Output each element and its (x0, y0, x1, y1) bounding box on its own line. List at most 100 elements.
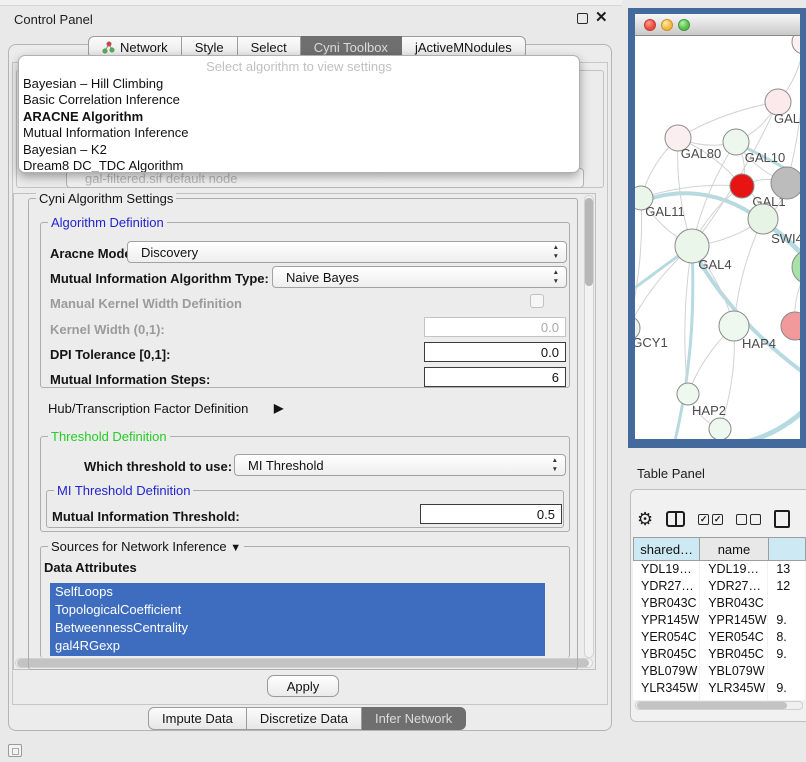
algorithm-option[interactable]: Mutual Information Inference (19, 125, 579, 141)
tab-label: Cyni Toolbox (314, 40, 388, 55)
expand-right-icon[interactable]: ▶ (274, 401, 283, 415)
table-row[interactable]: YER054CYER054C8. (633, 629, 806, 646)
network-edge[interactable] (734, 219, 763, 326)
network-node-y[interactable] (781, 312, 800, 340)
network-node-hap2[interactable] (677, 383, 699, 405)
table-cell: YLR345W (700, 680, 768, 697)
attribute-item-selected[interactable]: TopologicalCoefficient (50, 601, 545, 619)
close-panel-icon[interactable]: ✕ (595, 8, 608, 26)
hub-definition-label[interactable]: Hub/Transcription Factor Definition (48, 401, 248, 416)
network-window-titlebar[interactable] (635, 14, 800, 36)
attribute-item-selected[interactable]: BetweennessCentrality (50, 619, 545, 637)
close-window-icon[interactable] (644, 19, 656, 31)
table-row[interactable]: YIL052CYIL052C8. (633, 697, 806, 700)
table-cell: YBR043C (633, 595, 700, 612)
algorithm-option[interactable]: Dream8 DC_TDC Algorithm (19, 158, 579, 173)
network-graph: GALGAL80GAL10GAL1GAL11SWI4GAL4GCY1HAP4YH… (635, 36, 800, 439)
mi-threshold-field[interactable]: 0.5 (420, 504, 562, 524)
algorithm-option[interactable]: Bayesian – Hill Climbing (19, 76, 579, 92)
network-node[interactable] (709, 418, 731, 439)
network-node-label: HAP4 (742, 336, 776, 351)
cyni-algorithm-settings-title: Cyni Algorithm Settings (36, 191, 176, 206)
network-node-swi4[interactable] (748, 204, 778, 234)
split-columns-icon[interactable] (666, 511, 685, 527)
dock-panel-icon[interactable] (8, 744, 22, 757)
table-row[interactable]: YBR045CYBR045C9. (633, 646, 806, 663)
table-panel-title: Table Panel (637, 466, 705, 481)
network-view-window[interactable]: GALGAL80GAL10GAL1GAL11SWI4GAL4GCY1HAP4YH… (628, 8, 806, 448)
sources-title: Sources for Network Inference ▼ (48, 539, 244, 554)
table-cell: YBL079W (633, 663, 700, 680)
network-node-label: GAL (774, 111, 800, 126)
column-header[interactable]: shared… (633, 537, 700, 561)
data-attributes-list[interactable]: SelfLoopsTopologicalCoefficientBetweenne… (50, 583, 545, 656)
data-attributes-label: Data Attributes (44, 560, 137, 575)
tab-label: Network (120, 40, 168, 55)
network-node-label: GAL80 (681, 146, 721, 161)
mi-type-select[interactable]: Naive Bayes ▲▼ (272, 266, 567, 288)
column-header[interactable]: name (700, 537, 768, 561)
application-window: Control Panel ✕ gal-filtered.sif default… (0, 0, 806, 762)
float-panel-icon[interactable] (577, 13, 588, 24)
table-row[interactable]: YBR043CYBR043C (633, 595, 806, 612)
gear-icon[interactable]: ⚙ (637, 509, 653, 529)
vertical-scrollbar-thumb[interactable] (585, 198, 593, 286)
network-node-label: GAL11 (645, 204, 685, 219)
which-threshold-select[interactable]: MI Threshold ▲▼ (234, 454, 566, 476)
select-all-icon[interactable]: ✓✓ (698, 514, 723, 525)
attribute-item-selected[interactable]: gal4RGexp (50, 637, 545, 655)
table-row[interactable]: YDR27…YDR27…12 (633, 578, 806, 595)
dpi-tolerance-field[interactable]: 0.0 (424, 342, 566, 362)
tab-label: Discretize Data (260, 711, 348, 726)
column-header[interactable] (769, 537, 806, 561)
table-row[interactable]: YBL079WYBL079W (633, 663, 806, 680)
network-canvas[interactable]: GALGAL80GAL10GAL1GAL11SWI4GAL4GCY1HAP4YH… (635, 36, 800, 439)
table-cell: YDR27… (633, 578, 700, 595)
table-cell: YLR345W (633, 680, 700, 697)
network-node[interactable] (792, 36, 800, 54)
tab-impute-data[interactable]: Impute Data (148, 707, 247, 730)
network-node[interactable] (792, 250, 800, 284)
minimize-window-icon[interactable] (661, 19, 673, 31)
network-edge-thick[interactable] (665, 401, 800, 439)
kernel-width-field[interactable]: 0.0 (424, 317, 566, 337)
zoom-window-icon[interactable] (678, 19, 690, 31)
table-hscroll-thumb[interactable] (637, 702, 787, 709)
algorithm-option[interactable]: Bayesian – K2 (19, 142, 579, 158)
network-node[interactable] (771, 167, 800, 199)
apply-button[interactable]: Apply (267, 675, 339, 697)
algorithm-definition-title: Algorithm Definition (48, 215, 167, 230)
tab-discretize-data[interactable]: Discretize Data (247, 707, 362, 730)
aracne-mode-select[interactable]: Discovery ▲▼ (127, 241, 567, 263)
network-node-label: Y (799, 336, 800, 351)
table-row[interactable]: YLR345WYLR345W9. (633, 680, 806, 697)
table-horizontal-scrollbar[interactable] (635, 701, 803, 710)
tab-infer-network[interactable]: Infer Network (362, 707, 466, 730)
table-cell: YBR045C (700, 646, 768, 663)
table-cell: 9. (768, 612, 806, 629)
deselect-all-icon[interactable] (736, 514, 761, 525)
spinner-arrows-icon: ▲▼ (553, 244, 559, 261)
new-table-icon[interactable] (774, 510, 790, 528)
manual-kernel-checkbox[interactable] (530, 294, 544, 308)
table-row[interactable]: YPR145WYPR145W9. (633, 612, 806, 629)
network-node-label: SWI4 (771, 231, 800, 246)
network-node-gal1[interactable] (730, 174, 754, 198)
tab-label: Style (195, 40, 224, 55)
vertical-scrollbar[interactable] (584, 195, 594, 658)
table-cell: YPR145W (700, 612, 768, 629)
network-edge-thick[interactable] (675, 248, 693, 439)
attribute-item-selected[interactable]: SelfLoops (50, 583, 545, 601)
mi-type-value: Naive Bayes (286, 270, 359, 285)
network-edge[interactable] (635, 198, 642, 328)
table-cell: YER054C (700, 629, 768, 646)
collapse-down-icon[interactable]: ▼ (230, 542, 241, 554)
table-cell (768, 595, 806, 612)
mi-steps-field[interactable]: 6 (424, 367, 566, 387)
mi-steps-label: Mutual Information Steps: (50, 372, 210, 387)
cyni-bottom-tabs: Impute Data Discretize Data Infer Network (148, 707, 466, 730)
table-row[interactable]: YDL19…YDL19…13 (633, 561, 806, 578)
table-cell: 12 (768, 578, 806, 595)
algorithm-option[interactable]: Basic Correlation Inference (19, 92, 579, 108)
algorithm-option[interactable]: ARACNE Algorithm (19, 109, 579, 125)
